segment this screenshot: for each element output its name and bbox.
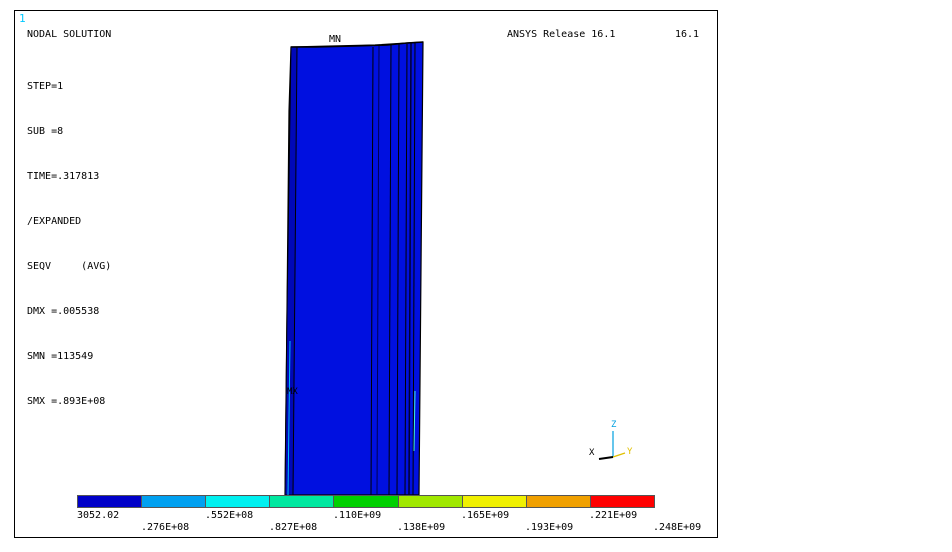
triad-x-label: X <box>589 448 595 458</box>
coordinate-triad: Z Y X <box>583 420 643 466</box>
legend-label: 3052.02 <box>77 510 120 521</box>
ansys-graphics-window[interactable]: 1 NODAL SOLUTION ANSYS Release 16.1 16.1… <box>0 0 952 552</box>
legend-label: .138E+09 <box>397 522 446 533</box>
legend-swatch-1 <box>78 496 143 507</box>
legend-label: .552E+08 <box>205 510 254 521</box>
max-marker: MX <box>287 387 298 397</box>
legend-label: .193E+09 <box>525 522 574 533</box>
legend-swatch-6 <box>398 496 463 507</box>
legend-label: .165E+09 <box>461 510 510 521</box>
triad-y-label: Y <box>627 447 633 457</box>
min-marker: MN <box>329 34 342 45</box>
legend-label: .276E+08 <box>141 522 190 533</box>
legend-label: .827E+08 <box>269 522 318 533</box>
contour-legend-bar <box>77 495 655 508</box>
legend-swatch-3 <box>206 496 271 507</box>
triad-x-axis <box>598 456 614 460</box>
legend-swatch-4 <box>270 496 335 507</box>
legend-swatch-8 <box>526 496 591 507</box>
legend-swatch-9 <box>590 496 654 507</box>
legend-swatch-2 <box>142 496 207 507</box>
triad-z-label: Z <box>611 420 617 430</box>
legend-label: .110E+09 <box>333 510 382 521</box>
model-body <box>284 41 424 496</box>
triad-y-axis <box>612 452 626 458</box>
graphics-viewport[interactable]: 1 NODAL SOLUTION ANSYS Release 16.1 16.1… <box>14 10 718 538</box>
legend-label: .221E+09 <box>589 510 638 521</box>
legend-label: .248E+09 <box>653 522 702 533</box>
legend-swatch-7 <box>462 496 527 507</box>
legend-swatch-5 <box>334 496 399 507</box>
